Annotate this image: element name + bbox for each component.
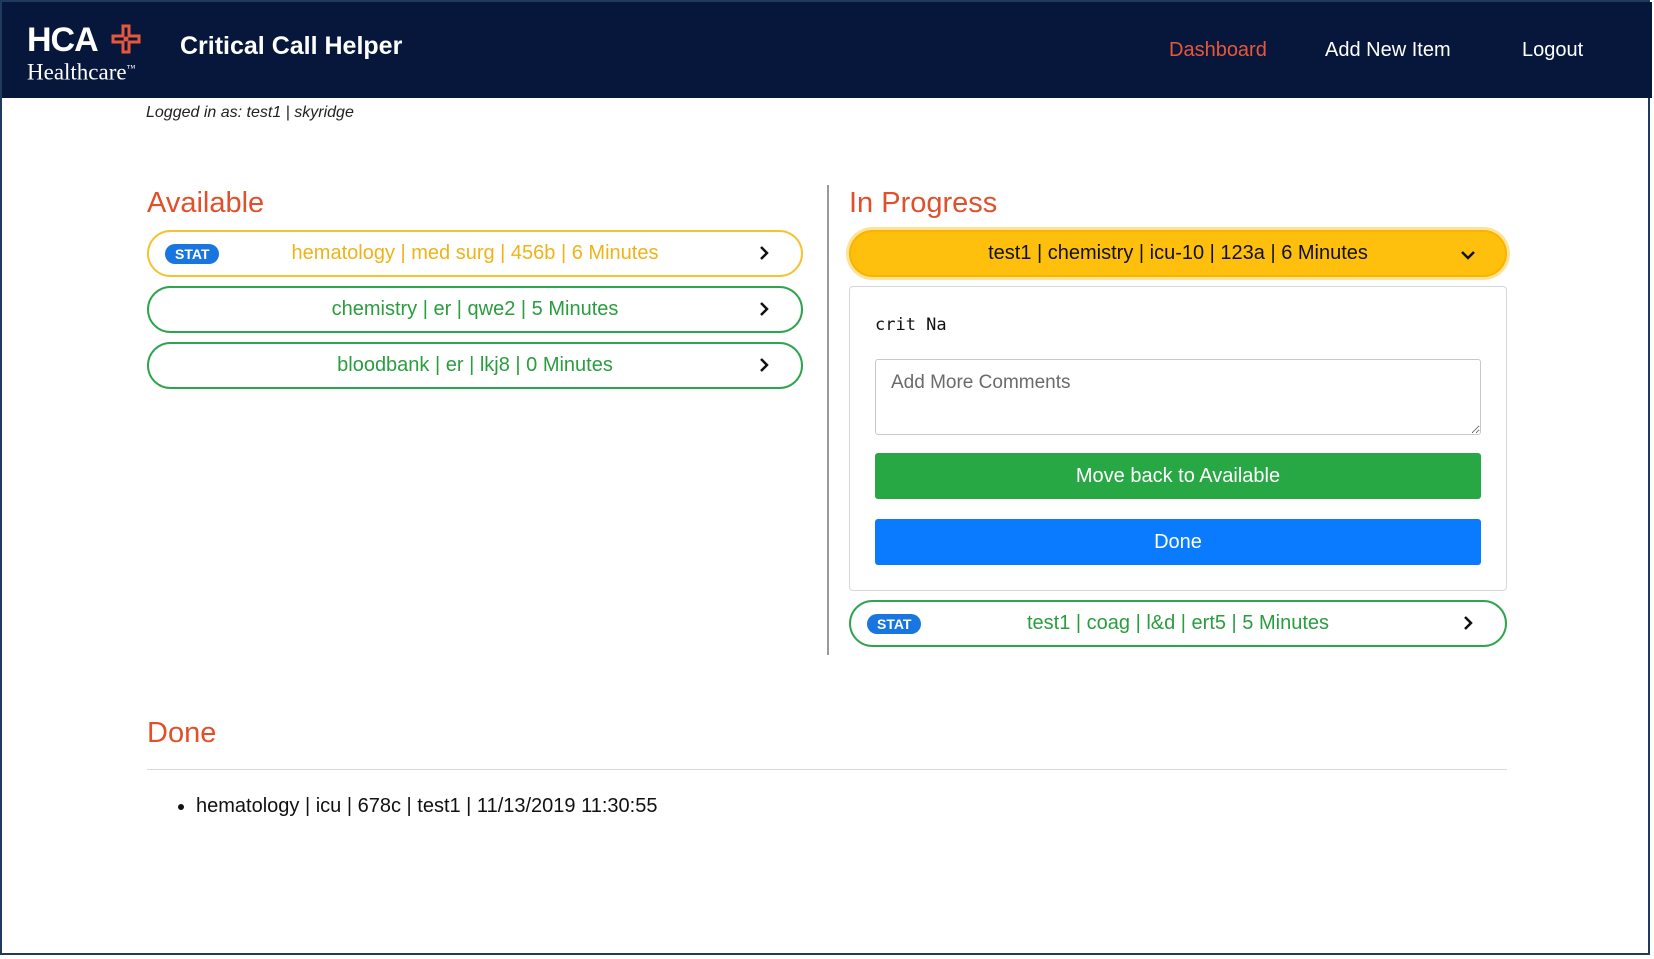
chevron-right-icon [760,358,769,372]
chevron-right-icon [1464,616,1473,630]
chevron-right-icon [760,302,769,316]
in-progress-item[interactable]: STAT test1 | coag | l&d | ert5 | 5 Minut… [849,600,1507,647]
logged-in-status: Logged in as: test1 | skyridge [146,104,354,121]
move-back-to-available-button[interactable]: Move back to Available [875,453,1481,499]
app-title: Critical Call Helper [180,32,403,60]
available-item[interactable]: bloodbank | er | lkj8 | 0 Minutes [147,342,803,389]
column-divider [827,185,829,655]
in-progress-item-text: test1 | coag | l&d | ert5 | 5 Minutes [1026,612,1330,634]
chevron-down-icon [1461,251,1475,260]
done-button[interactable]: Done [875,519,1481,565]
available-title: Available [147,187,265,219]
in-progress-detail-panel: crit Na Move back to Available Done [849,286,1507,591]
nav-add-new-item[interactable]: Add New Item [1325,39,1451,62]
logo-hca-text: HCA [27,21,99,59]
nav-dashboard[interactable]: Dashboard [1169,39,1267,62]
available-item-text: bloodbank | er | lkj8 | 0 Minutes [337,354,613,376]
available-item[interactable]: chemistry | er | qwe2 | 5 Minutes [147,286,803,333]
logo-healthcare-text: Healthcare™ [27,59,136,85]
available-item-text: hematology | med surg | 456b | 6 Minutes [291,242,659,264]
in-progress-item-text: test1 | chemistry | icu-10 | 123a | 6 Mi… [988,242,1368,264]
available-item-text: chemistry | er | qwe2 | 5 Minutes [331,298,619,320]
medical-cross-icon [111,24,141,54]
done-title: Done [147,717,217,749]
in-progress-active-item[interactable]: test1 | chemistry | icu-10 | 123a | 6 Mi… [849,230,1507,277]
done-list: hematology | icu | 678c | test1 | 11/13/… [174,792,657,820]
in-progress-title: In Progress [849,187,998,219]
done-divider [147,769,1507,770]
hca-logo[interactable]: HCA Healthcare™ [27,20,157,85]
done-list-item: hematology | icu | 678c | test1 | 11/13/… [196,792,657,820]
item-note: crit Na [875,315,947,335]
top-navbar: HCA Healthcare™ Critical Call Helper Das… [2,2,1652,98]
add-comments-input[interactable] [875,359,1481,435]
chevron-right-icon [760,246,769,260]
nav-logout[interactable]: Logout [1522,39,1583,62]
available-item[interactable]: STAT hematology | med surg | 456b | 6 Mi… [147,230,803,277]
